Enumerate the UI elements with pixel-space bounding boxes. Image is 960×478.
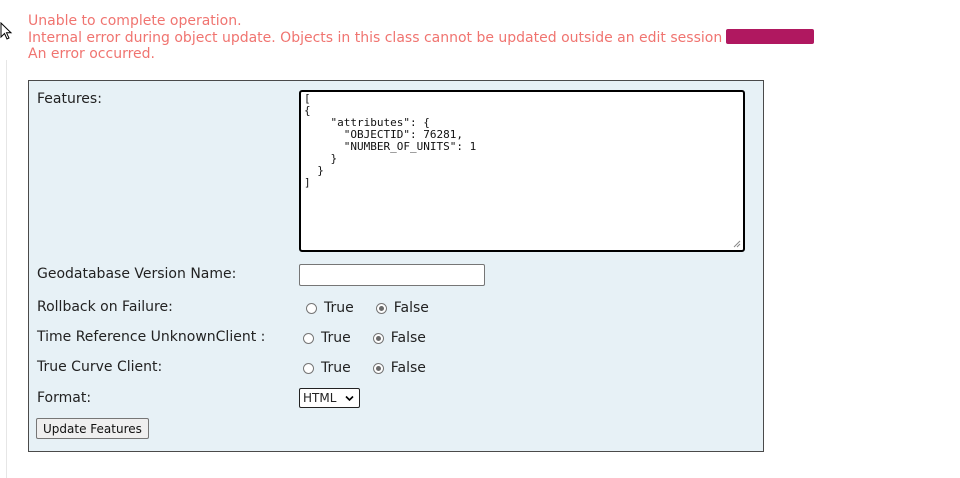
true-curve-true-label: True bbox=[321, 360, 351, 376]
error-line-3: An error occurred. bbox=[28, 46, 155, 62]
redacted-block bbox=[726, 29, 815, 44]
rollback-true-radio[interactable] bbox=[306, 302, 317, 314]
true-curve-true-radio[interactable] bbox=[303, 362, 314, 374]
features-json: [ { "attributes": { "OBJECTID": 76281, "… bbox=[304, 92, 477, 189]
true-curve-true-option[interactable]: True bbox=[303, 360, 351, 376]
rollback-label: Rollback on Failure: bbox=[37, 299, 173, 315]
time-ref-false-label: False bbox=[390, 330, 426, 346]
true-curve-label: True Curve Client: bbox=[37, 359, 163, 375]
true-curve-false-option[interactable]: False bbox=[372, 360, 426, 376]
chevron-down-icon bbox=[345, 395, 354, 402]
error-line-2-text: Internal error during object update. Obj… bbox=[28, 30, 723, 46]
error-line-2: Internal error during object update. Obj… bbox=[28, 29, 815, 46]
update-features-button[interactable]: Update Features bbox=[36, 418, 149, 439]
rollback-true-option[interactable]: True bbox=[306, 300, 354, 316]
gdb-version-input[interactable] bbox=[299, 264, 485, 286]
time-ref-true-option[interactable]: True bbox=[303, 330, 351, 346]
rollback-radio-group: True False bbox=[306, 300, 429, 316]
features-textarea[interactable]: [ { "attributes": { "OBJECTID": 76281, "… bbox=[299, 90, 745, 252]
error-line-1: Unable to complete operation. bbox=[28, 13, 242, 29]
format-select-value: HTML bbox=[303, 391, 337, 405]
time-ref-true-radio[interactable] bbox=[303, 332, 314, 344]
update-features-form: Features: [ { "attributes": { "OBJECTID"… bbox=[28, 80, 764, 452]
features-label: Features: bbox=[37, 91, 102, 107]
resize-grip-icon[interactable] bbox=[732, 239, 741, 248]
gdb-version-label: Geodatabase Version Name: bbox=[37, 266, 237, 282]
mouse-cursor-icon bbox=[0, 22, 13, 40]
rollback-false-option[interactable]: False bbox=[375, 300, 429, 316]
format-label: Format: bbox=[37, 390, 92, 406]
format-select[interactable]: HTML bbox=[299, 388, 360, 408]
true-curve-false-label: False bbox=[390, 360, 426, 376]
time-ref-false-radio[interactable] bbox=[372, 332, 384, 344]
time-ref-label: Time Reference UnknownClient : bbox=[37, 329, 266, 345]
time-ref-false-option[interactable]: False bbox=[372, 330, 426, 346]
true-curve-false-radio[interactable] bbox=[372, 362, 384, 374]
page-edge-divider bbox=[6, 60, 7, 478]
error-messages: Unable to complete operation. Internal e… bbox=[28, 13, 815, 62]
time-ref-radio-group: True False bbox=[303, 330, 426, 346]
time-ref-true-label: True bbox=[321, 330, 351, 346]
rollback-false-radio[interactable] bbox=[375, 302, 387, 314]
rollback-true-label: True bbox=[324, 300, 354, 316]
true-curve-radio-group: True False bbox=[303, 360, 426, 376]
rollback-false-label: False bbox=[393, 300, 429, 316]
